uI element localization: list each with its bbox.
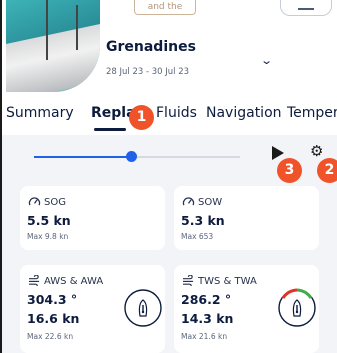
replay-slider[interactable] (34, 151, 240, 162)
wind-icon (183, 275, 194, 286)
wind-angle-dial (124, 289, 162, 327)
boat-header[interactable]: and the Grenadines 28 Jul 23 - 30 Jul 23… (2, 0, 337, 95)
card-value: 5.5 kn (27, 213, 71, 228)
boat-photo (6, 0, 100, 92)
card-label: SOG (44, 197, 66, 208)
tab-summary[interactable]: Summary (6, 105, 74, 121)
card-aws-awa[interactable]: AWS & AWA 304.3 ° 16.6 kn Max 22.6 kn (20, 265, 165, 353)
boat-name: Grenadines (106, 39, 196, 55)
card-max: Max 21.6 kn (181, 332, 228, 341)
active-tab-indicator (94, 128, 126, 131)
card-max: Max 9.8 kn (27, 232, 69, 241)
tab-bar: Summary Replay Fluids Navigation Tempera… (2, 95, 337, 135)
gear-icon[interactable]: ⚙ (310, 144, 323, 159)
wind-icon (29, 275, 40, 286)
trip-dates: 28 Jul 23 - 30 Jul 23 (106, 67, 190, 77)
card-value-speed: 16.6 kn (27, 311, 80, 326)
card-value-angle: 286.2 ° (181, 292, 232, 307)
card-label: SOW (198, 197, 223, 208)
minus-icon (298, 8, 314, 10)
tab-navigation[interactable]: Navigation (206, 105, 282, 121)
gauge-icon (182, 197, 195, 206)
replay-controls: ⚙ 3 2 (2, 135, 337, 183)
step-badge-1: 1 (129, 105, 154, 130)
gauge-icon (28, 197, 41, 206)
step-badge-2: 2 (317, 158, 337, 183)
card-max: Max 653 (181, 232, 214, 241)
card-sog[interactable]: SOG 5.5 kn Max 9.8 kn (20, 186, 165, 250)
card-value-speed: 14.3 kn (181, 311, 234, 326)
card-value-angle: 304.3 ° (27, 292, 78, 307)
play-icon[interactable] (272, 146, 284, 160)
wind-angle-dial (278, 288, 316, 327)
tab-temperature[interactable]: Tempera (287, 105, 337, 121)
step-badge-3: 3 (277, 158, 302, 183)
app-frame: and the Grenadines 28 Jul 23 - 30 Jul 23… (0, 0, 337, 353)
slider-knob[interactable] (125, 151, 137, 162)
tab-fluids[interactable]: Fluids (156, 105, 197, 121)
card-label: TWS & TWA (198, 276, 257, 287)
slider-fill (34, 156, 131, 158)
card-label: AWS & AWA (44, 276, 104, 287)
chevron-down-icon[interactable]: ⌄ (260, 54, 273, 67)
card-tws-twa[interactable]: TWS & TWA 286.2 ° 14.3 kn Max 21.6 kn (174, 265, 319, 353)
partner-tag: and the (134, 0, 196, 15)
card-max: Max 22.6 kn (27, 332, 74, 341)
card-value: 5.3 kn (181, 213, 225, 228)
card-sow[interactable]: SOW 5.3 kn Max 653 (174, 186, 319, 250)
minimize-button[interactable] (280, 0, 332, 16)
